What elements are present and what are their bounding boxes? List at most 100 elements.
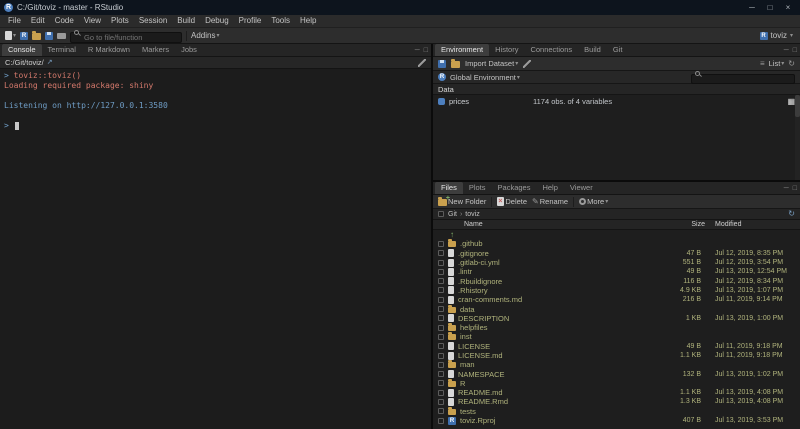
console-tab-markers[interactable]: Markers (136, 44, 175, 56)
file-checkbox[interactable] (438, 408, 444, 414)
file-checkbox[interactable] (438, 325, 444, 331)
file-checkbox[interactable] (438, 269, 444, 275)
file-row[interactable]: LICENSE49 BJul 11, 2019, 9:18 PM (433, 342, 800, 351)
file-row[interactable]: ↑ (433, 230, 800, 239)
menu-code[interactable]: Code (50, 15, 79, 27)
files-tab-help[interactable]: Help (536, 182, 563, 194)
import-dataset-button[interactable]: Import Dataset▾ (465, 59, 518, 68)
new-folder-button[interactable]: New Folder (438, 197, 486, 206)
file-row[interactable]: .lintr49 BJul 13, 2019, 12:54 PM (433, 267, 800, 276)
file-row[interactable]: README.Rmd1.3 KBJul 13, 2019, 4:08 PM (433, 397, 800, 406)
menu-help[interactable]: Help (295, 15, 321, 27)
file-checkbox[interactable] (438, 315, 444, 321)
file-row[interactable]: DESCRIPTION1 KBJul 13, 2019, 1:00 PM (433, 314, 800, 323)
print-button[interactable] (57, 33, 66, 39)
pane-minimize-icon[interactable]: ─ (784, 183, 789, 194)
menu-file[interactable]: File (3, 15, 26, 27)
column-header-name[interactable]: Name (464, 221, 669, 228)
new-file-button[interactable]: ▾ (5, 31, 16, 40)
maximize-icon[interactable]: □ (762, 1, 778, 14)
project-menu-button[interactable]: R toviz ▾ (760, 31, 795, 40)
save-workspace-button[interactable] (438, 60, 446, 68)
load-workspace-button[interactable] (451, 59, 460, 68)
file-row[interactable]: tests (433, 407, 800, 416)
file-row[interactable]: inst (433, 332, 800, 341)
console-tab-jobs[interactable]: Jobs (175, 44, 203, 56)
environment-tab-connections[interactable]: Connections (524, 44, 578, 56)
menu-plots[interactable]: Plots (106, 15, 134, 27)
file-row[interactable]: .gitignore47 BJul 12, 2019, 8:35 PM (433, 249, 800, 258)
files-tab-viewer[interactable]: Viewer (564, 182, 599, 194)
console-tab-r-markdown[interactable]: R Markdown (82, 44, 136, 56)
breadcrumb-segment[interactable]: Git (448, 211, 457, 218)
file-checkbox[interactable] (438, 334, 444, 340)
file-row[interactable]: README.md1.1 KBJul 13, 2019, 4:08 PM (433, 388, 800, 397)
file-checkbox[interactable] (438, 343, 444, 349)
file-row[interactable]: .Rbuildignore116 BJul 12, 2019, 8:34 PM (433, 276, 800, 285)
pane-maximize-icon[interactable]: □ (424, 45, 428, 56)
environment-tab-build[interactable]: Build (578, 44, 607, 56)
file-checkbox[interactable] (438, 380, 444, 386)
file-checkbox[interactable] (438, 287, 444, 293)
menu-debug[interactable]: Debug (200, 15, 234, 27)
environment-tab-history[interactable]: History (489, 44, 524, 56)
close-icon[interactable]: × (780, 1, 796, 14)
environment-search-input[interactable] (691, 74, 795, 84)
column-header-size[interactable]: Size (669, 221, 705, 228)
pane-minimize-icon[interactable]: ─ (415, 45, 420, 56)
file-checkbox[interactable] (438, 390, 444, 396)
file-checkbox[interactable] (438, 362, 444, 368)
environment-scope-selector[interactable]: Global Environment▾ (450, 73, 520, 82)
console-tab-console[interactable]: Console (2, 44, 42, 56)
pane-maximize-icon[interactable]: □ (793, 45, 797, 56)
file-row[interactable]: LICENSE.md1.1 KBJul 11, 2019, 9:18 PM (433, 351, 800, 360)
environment-object-row[interactable]: prices1174 obs. of 4 variables▦ (433, 95, 800, 107)
list-view-button[interactable]: List▾ (769, 59, 785, 68)
scrollbar[interactable] (795, 95, 800, 180)
new-project-button[interactable]: R (20, 32, 28, 40)
file-row[interactable]: .github (433, 239, 800, 248)
minimize-icon[interactable]: ─ (744, 1, 760, 14)
open-in-explorer-icon[interactable]: ↗ (47, 58, 53, 68)
file-row[interactable]: R (433, 379, 800, 388)
scrollbar-thumb[interactable] (795, 95, 800, 117)
file-checkbox[interactable] (438, 353, 444, 359)
menu-session[interactable]: Session (134, 15, 172, 27)
file-row[interactable]: man (433, 360, 800, 369)
file-checkbox[interactable] (438, 241, 444, 247)
menu-tools[interactable]: Tools (266, 15, 295, 27)
file-checkbox[interactable] (438, 278, 444, 284)
view-data-icon[interactable]: ▦ (787, 97, 795, 106)
file-checkbox[interactable] (438, 399, 444, 405)
menu-profile[interactable]: Profile (234, 15, 267, 27)
addins-button[interactable]: Addins▾ (191, 31, 219, 40)
delete-button[interactable]: Delete (497, 197, 527, 206)
environment-tab-environment[interactable]: Environment (435, 44, 489, 56)
rename-button[interactable]: ✎Rename (532, 197, 568, 206)
menu-view[interactable]: View (79, 15, 106, 27)
file-checkbox[interactable] (438, 297, 444, 303)
more-button[interactable]: More▾ (579, 197, 608, 206)
file-row[interactable]: Rtoviz.Rproj407 BJul 13, 2019, 3:53 PM (433, 416, 800, 425)
file-checkbox[interactable] (438, 260, 444, 266)
refresh-icon[interactable]: ↻ (788, 209, 795, 219)
file-row[interactable]: .gitlab-ci.yml551 BJul 12, 2019, 3:54 PM (433, 258, 800, 267)
goto-file-input[interactable] (70, 32, 182, 43)
file-row[interactable]: NAMESPACE132 BJul 13, 2019, 1:02 PM (433, 369, 800, 378)
refresh-icon[interactable]: ↻ (788, 59, 795, 69)
files-tab-plots[interactable]: Plots (463, 182, 492, 194)
file-row[interactable]: cran-comments.md216 BJul 11, 2019, 9:14 … (433, 295, 800, 304)
console-tab-terminal[interactable]: Terminal (42, 44, 82, 56)
files-tab-files[interactable]: Files (435, 182, 463, 194)
file-row[interactable]: helpfiles (433, 323, 800, 332)
clear-environment-button[interactable] (523, 60, 531, 68)
pane-minimize-icon[interactable]: ─ (784, 45, 789, 56)
console-output[interactable]: > toviz::toviz()Loading required package… (0, 69, 431, 429)
pane-maximize-icon[interactable]: □ (793, 183, 797, 194)
file-checkbox[interactable] (438, 306, 444, 312)
clear-console-button[interactable] (418, 59, 426, 67)
file-checkbox[interactable] (438, 418, 444, 424)
file-row[interactable]: data (433, 304, 800, 313)
menu-build[interactable]: Build (172, 15, 200, 27)
menu-edit[interactable]: Edit (26, 15, 50, 27)
